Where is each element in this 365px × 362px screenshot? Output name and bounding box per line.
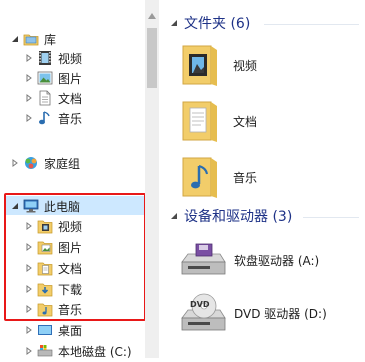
nav-item-library-documents[interactable]: 文档 [24, 88, 82, 108]
folders-group-header[interactable]: 文件夹 (6) [170, 12, 250, 34]
nav-label-library-videos: 视频 [58, 51, 83, 66]
dvd-logo-icon: DVD [190, 300, 210, 309]
expanded-arrow-icon[interactable] [10, 34, 20, 44]
nav-label-libraries: 库 [44, 32, 57, 47]
scroll-up-arrow-icon[interactable] [148, 8, 156, 22]
desktop-folder-icon [37, 322, 53, 338]
nav-label-homegroup: 家庭组 [44, 156, 81, 171]
chevron-down-icon[interactable] [170, 212, 178, 220]
nav-item-homegroup[interactable]: 家庭组 [10, 153, 80, 173]
nav-label-library-music: 音乐 [58, 111, 83, 126]
music-library-icon [37, 110, 53, 126]
collapsed-arrow-icon[interactable] [24, 73, 34, 83]
chevron-down-icon[interactable] [170, 19, 178, 27]
nav-item-library-pictures[interactable]: 图片 [24, 68, 82, 88]
nav-item-pc-local-disk-c[interactable]: 本地磁盘 (C:) [24, 341, 132, 361]
annotation-highlight-box [4, 193, 146, 321]
music-folder-icon [177, 152, 221, 202]
collapsed-arrow-icon[interactable] [24, 346, 34, 356]
video-library-icon [37, 50, 53, 66]
scrollbar-thumb[interactable] [147, 28, 157, 88]
dvd-drive-icon [178, 292, 228, 334]
homegroup-icon [23, 155, 39, 171]
folder-item-videos[interactable]: 视频 [177, 40, 257, 90]
devices-group-title: 设备和驱动器 (3) [184, 209, 293, 225]
group-divider [303, 217, 359, 218]
nav-item-pc-desktop[interactable]: 桌面 [24, 320, 82, 340]
collapsed-arrow-icon[interactable] [24, 93, 34, 103]
local-disk-icon [37, 343, 53, 359]
nav-item-library-videos[interactable]: 视频 [24, 48, 82, 68]
folder-label-music: 音乐 [233, 170, 258, 185]
folder-label-documents: 文档 [233, 114, 258, 129]
drive-item-dvd-d[interactable]: DVD DVD 驱动器 (D:) [178, 292, 327, 334]
picture-library-icon [37, 70, 53, 86]
devices-group-header[interactable]: 设备和驱动器 (3) [170, 205, 292, 227]
libraries-icon [23, 31, 39, 47]
drive-label-dvd-d: DVD 驱动器 (D:) [234, 306, 327, 321]
nav-item-libraries[interactable]: 库 [10, 29, 56, 49]
collapsed-arrow-icon[interactable] [24, 325, 34, 335]
nav-item-library-music[interactable]: 音乐 [24, 108, 82, 128]
nav-label-pc-local-disk-c: 本地磁盘 (C:) [58, 344, 132, 359]
collapsed-arrow-icon[interactable] [24, 53, 34, 63]
videos-folder-icon [177, 40, 221, 90]
collapsed-arrow-icon[interactable] [10, 158, 20, 168]
nav-label-library-pictures: 图片 [58, 71, 83, 86]
folder-item-music[interactable]: 音乐 [177, 152, 257, 202]
drive-label-floppy-a: 软盘驱动器 (A:) [234, 253, 320, 268]
folder-item-documents[interactable]: 文档 [177, 96, 257, 146]
drive-item-floppy-a[interactable]: 软盘驱动器 (A:) [178, 240, 319, 280]
nav-scrollbar[interactable] [145, 0, 159, 358]
folders-group-title: 文件夹 (6) [184, 16, 251, 32]
floppy-drive-icon [178, 240, 228, 280]
group-divider [264, 24, 359, 25]
folder-label-videos: 视频 [233, 58, 258, 73]
nav-label-library-documents: 文档 [58, 91, 83, 106]
document-library-icon [37, 90, 53, 106]
documents-folder-icon [177, 96, 221, 146]
nav-label-pc-desktop: 桌面 [58, 323, 83, 338]
collapsed-arrow-icon[interactable] [24, 113, 34, 123]
